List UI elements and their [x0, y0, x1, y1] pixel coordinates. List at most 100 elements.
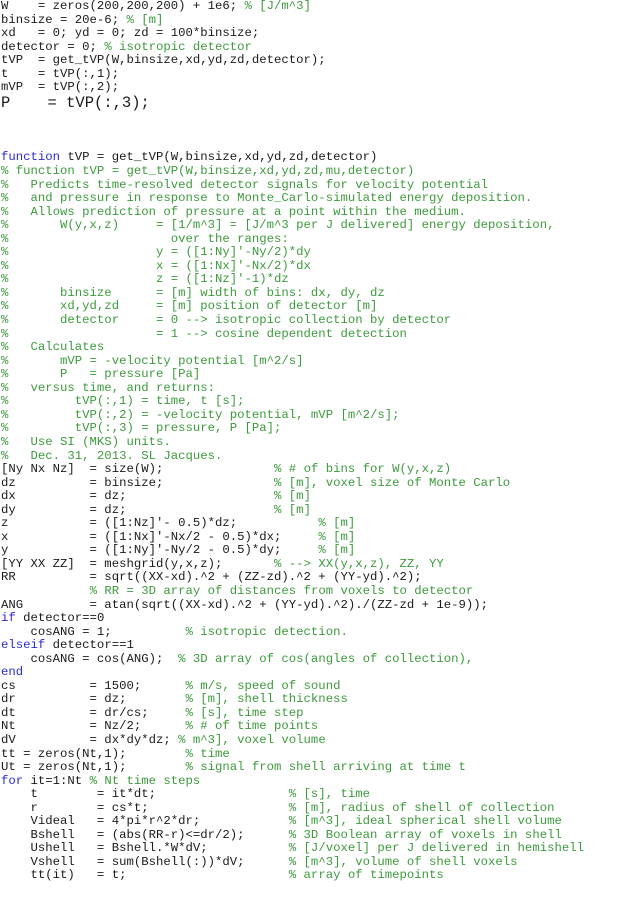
comment-token: % [J/voxel] per J delivered in hemishell	[288, 841, 584, 856]
code-line: W = zeros(200,200,200) + 1e6; % [J/m^3]	[1, 0, 584, 14]
comment-token: % m/s, speed of sound	[185, 678, 341, 693]
code-line: % tVP(:,2) = -velocity potential, mVP [m…	[1, 407, 584, 423]
code-token: tVP = get_tVP(W,binsize,xd,yd,zd,detecto…	[1, 53, 326, 68]
code-line: Ut = zeros(Nt,1); % signal from shell ar…	[1, 760, 584, 775]
code-line: % versus time, and returns:	[1, 380, 584, 396]
code-line: % function tVP = get_tVP(W,binsize,xd,yd…	[1, 164, 584, 179]
code-token: P = tVP(:,3);	[1, 93, 150, 112]
code-line: elseif detector==1	[1, 638, 584, 653]
code-line: dx = dz; % [m]	[1, 489, 584, 504]
comment-token: % W(y,x,z) = [1/m^3] = [J/m^3 per J deli…	[1, 218, 555, 233]
code-line: t = tVP(:,1);	[1, 67, 584, 82]
code-line: x = ([1:Nx]'-Nx/2 - 0.5)*dx; % [m]	[1, 529, 584, 545]
code-line: dy = dz; % [m]	[1, 502, 584, 518]
comment-token: % [m], radius of shell of collection	[288, 800, 555, 815]
code-token: dV = dx*dy*dz;	[1, 732, 179, 747]
code-token: t = it*dt;	[1, 787, 289, 802]
code-line: cs = 1500; % m/s, speed of sound	[1, 678, 584, 694]
comment-token: % detector = 0 --> isotropic collection …	[1, 313, 452, 328]
comment-token: % isotropic detection.	[185, 624, 348, 639]
code-token: cosANG = cos(ANG);	[1, 651, 179, 666]
code-token: dy = dz;	[1, 502, 275, 517]
code-line: % P = pressure [Pa]	[1, 367, 584, 382]
code-line: % Calculates	[1, 340, 584, 355]
code-line: tVP = get_tVP(W,binsize,xd,yd,zd,detecto…	[1, 53, 584, 68]
comment-token: % [s], time	[288, 787, 370, 802]
comment-token: % mVP = -velocity potential [m^2/s]	[1, 353, 304, 368]
comment-token: % Dec. 31, 2013. SL Jacques.	[1, 448, 223, 463]
code-line: r = cs*t; % [m], radius of shell of coll…	[1, 800, 584, 816]
code-line: dt = dr/cs; % [s], time step	[1, 705, 584, 721]
code-token: cosANG = 1;	[1, 624, 186, 639]
comment-token: % [m]	[318, 543, 356, 558]
keyword-token: if	[1, 611, 16, 626]
comment-token: % P = pressure [Pa]	[1, 367, 201, 382]
comment-token: % signal from shell arriving at time t	[185, 760, 466, 775]
code-line: % Use SI (MKS) units.	[1, 434, 584, 450]
code-line: RR = sqrt((XX-xd).^2 + (ZZ-zd).^2 + (YY-…	[1, 571, 584, 585]
code-token: dt = dr/cs;	[1, 705, 186, 720]
comment-token: % [m]	[318, 516, 356, 531]
code-token: detector==1	[45, 638, 134, 653]
code-token: r = cs*t;	[1, 800, 289, 815]
comment-token: % tVP(:,1) = time, t [s];	[1, 394, 245, 409]
comment-token: % Nt time steps	[89, 773, 201, 788]
comment-token: % [J/m^3]	[244, 0, 311, 13]
comment-token: % tVP(:,2) = -velocity potential, mVP [m…	[1, 407, 400, 422]
code-line: % tVP(:,1) = time, t [s];	[1, 395, 584, 409]
code-token: Bshell = (abs(RR-r)<=dr/2);	[1, 827, 289, 842]
comment-token: % [m], voxel size of Monte Carlo	[274, 475, 511, 490]
code-line: % and pressure in response to Monte_Carl…	[1, 191, 584, 206]
code-line: % mVP = -velocity potential [m^2/s]	[1, 353, 584, 369]
comment-token: % binsize = [m] width of bins: dx, dy, d…	[1, 285, 385, 300]
comment-token: % [m]	[318, 529, 356, 544]
comment-token: % x = ([1:Nx]'-Nx/2)*dx	[1, 258, 311, 273]
code-token: W = zeros(200,200,200) + 1e6;	[1, 0, 245, 13]
code-line: % tVP(:,3) = pressure, P [Pa];	[1, 422, 584, 436]
comment-token: % time	[185, 746, 230, 761]
code-line: tt = zeros(Nt,1); % time	[1, 746, 584, 762]
comment-token: % over the ranges:	[1, 231, 289, 246]
code-token: tVP = get_tVP(W,binsize,xd,yd,zd,detecto…	[60, 150, 378, 165]
code-line: % RR = 3D array of distances from voxels…	[1, 584, 584, 599]
code-line: % = 1 --> cosine dependent detection	[1, 327, 584, 342]
code-token: it=1:Nt	[23, 773, 90, 788]
comment-token: % Use SI (MKS) units.	[1, 434, 171, 449]
code-token: detector = 0;	[1, 39, 105, 54]
comment-token: % m^3], voxel volume	[178, 732, 326, 747]
code-token: Ushell = Bshell.*W*dV;	[1, 841, 289, 856]
comment-token: % xd,yd,zd = [m] position of detector [m…	[1, 299, 378, 314]
code-token: tt = zeros(Nt,1);	[1, 746, 186, 761]
code-line: ANG = atan(sqrt((XX-xd).^2 + (YY-yd).^2)…	[1, 598, 584, 613]
code-token: dz = binsize;	[1, 475, 275, 490]
comment-token: % versus time, and returns:	[1, 380, 216, 395]
comment-token: % 3D array of cos(angles of collection),	[178, 651, 474, 666]
comment-token: % [m]	[126, 12, 164, 27]
comment-token: % y = ([1:Ny]'-Ny/2)*dy	[1, 245, 311, 260]
code-token: RR = sqrt((XX-xd).^2 + (ZZ-zd).^2 + (YY-…	[1, 570, 422, 585]
code-editor[interactable]: W = zeros(200,200,200) + 1e6; % [J/m^3] b…	[1, 0, 584, 883]
comment-token: % # of bins for W(y,x,z)	[274, 462, 452, 477]
code-token: Vshell = sum(Bshell(:))*dV;	[1, 854, 289, 869]
code-line: Videal = 4*pi*r^2*dr; % [m^3], ideal sph…	[1, 814, 584, 829]
code-token: [YY XX ZZ] = meshgrid(y,x,z);	[1, 556, 275, 571]
code-token: mVP = tVP(:,2);	[1, 80, 120, 95]
code-line: function tVP = get_tVP(W,binsize,xd,yd,z…	[1, 151, 584, 165]
code-token: detector==0	[15, 611, 105, 626]
code-token: xd = 0; yd = 0; zd = 100*binsize;	[1, 26, 260, 41]
code-line: [YY XX ZZ] = meshgrid(y,x,z); % --> XX(y…	[1, 556, 584, 572]
keyword-token: elseif	[1, 638, 46, 653]
comment-token: % [m]	[274, 502, 311, 517]
comment-token: % [m^3], volume of shell voxels	[288, 854, 518, 869]
code-line: z = ([1:Nz]'- 0.5)*dz; % [m]	[1, 516, 584, 531]
code-line: cosANG = cos(ANG); % 3D array of cos(ang…	[1, 651, 584, 667]
code-token: [Ny Nx Nz] = size(W);	[1, 462, 275, 477]
comment-token: % Predicts time-resolved detector signal…	[1, 177, 489, 192]
code-line: dz = binsize; % [m], voxel size of Monte…	[1, 475, 584, 491]
comment-token: % [s], time step	[185, 705, 304, 720]
comment-token: % array of timepoints	[288, 868, 444, 883]
code-token: Ut = zeros(Nt,1);	[1, 760, 186, 775]
code-line: % z = ([1:Nz]'-1)*dz	[1, 273, 584, 287]
comment-token: % tVP(:,3) = pressure, P [Pa];	[1, 421, 282, 436]
